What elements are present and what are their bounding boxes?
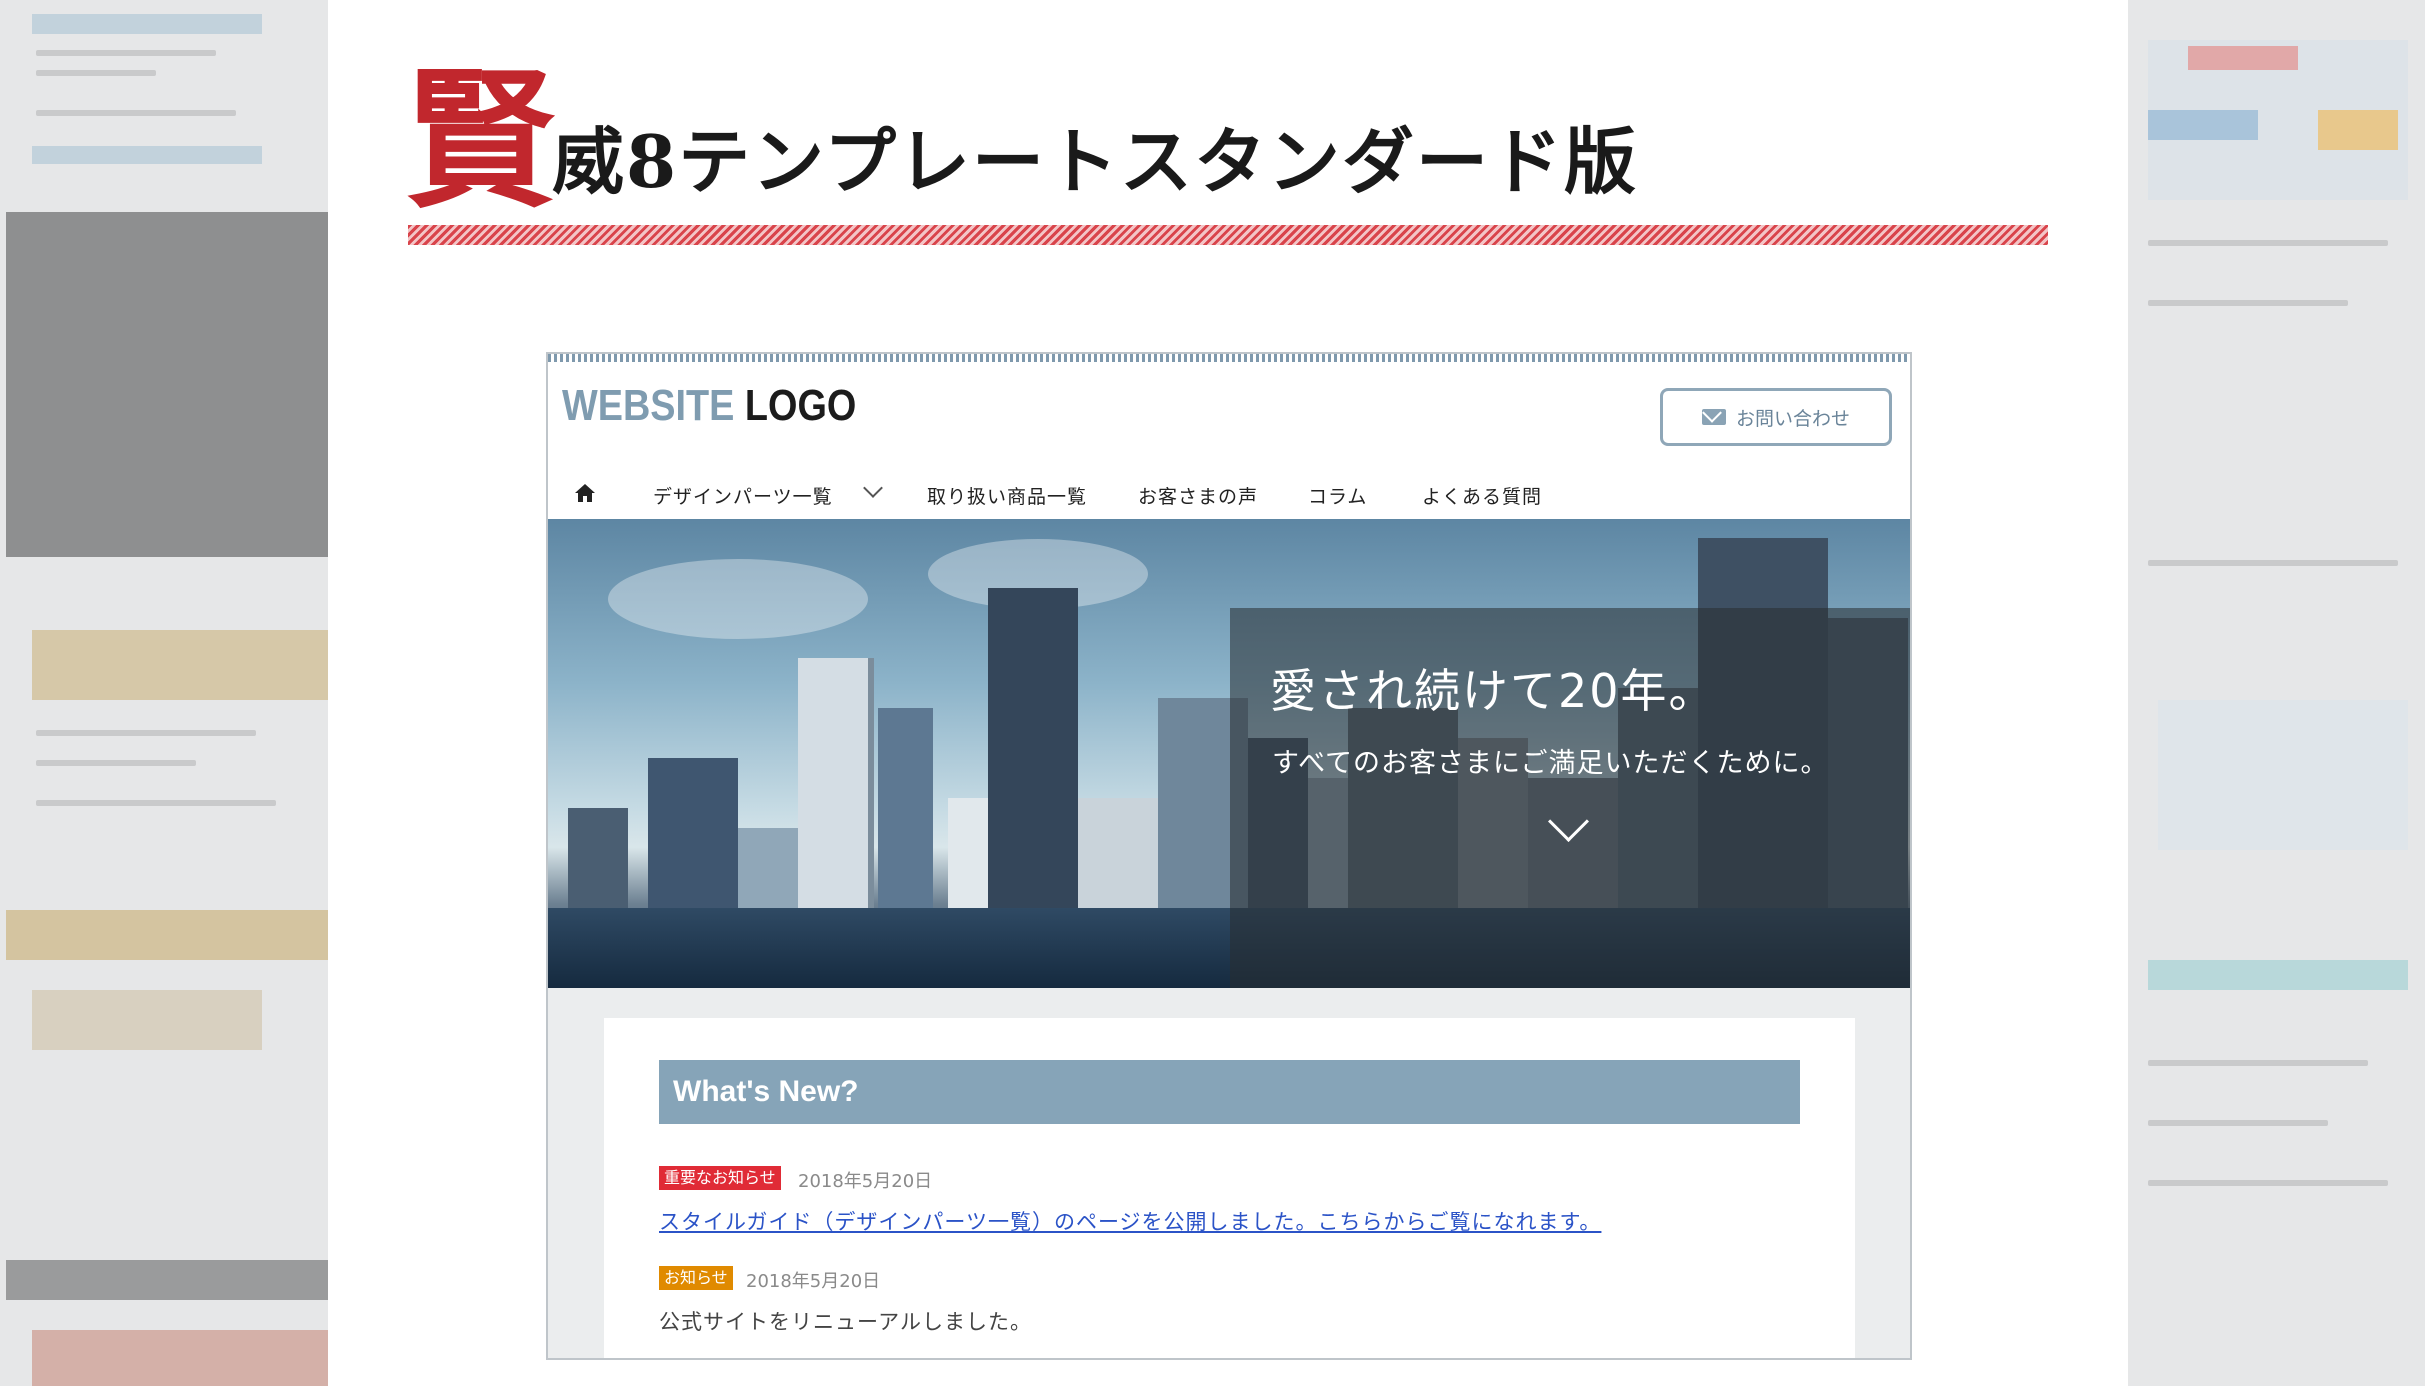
nav-item-voices[interactable]: お客さまの声 bbox=[1138, 482, 1258, 509]
slide-title: 威8テンプレートスタンダード版 bbox=[552, 119, 1638, 204]
home-icon[interactable] bbox=[574, 483, 596, 503]
badge-notice: お知らせ bbox=[659, 1266, 733, 1290]
news-text: 公式サイトをリニューアルしました。 bbox=[659, 1310, 1032, 1334]
nav-item-column[interactable]: コラム bbox=[1308, 482, 1367, 509]
chevron-down-icon[interactable] bbox=[863, 478, 883, 498]
hero-headline: 愛され続けて20年。 bbox=[1270, 664, 1717, 718]
right-background-thumbnails bbox=[2128, 0, 2425, 1386]
badge-important: 重要なお知らせ bbox=[659, 1166, 781, 1190]
whats-new-heading: What's New? bbox=[659, 1060, 1800, 1124]
mail-icon bbox=[1701, 409, 1726, 425]
nav-item-design-parts[interactable]: デザインパーツ一覧 bbox=[653, 482, 833, 509]
logo-part1: WEBSITE bbox=[562, 381, 735, 430]
global-nav: デザインパーツ一覧 取り扱い商品一覧 お客さまの声 コラム よくある質問 bbox=[548, 469, 1910, 519]
website-logo[interactable]: WEBSITE LOGO bbox=[562, 384, 856, 428]
nav-item-products[interactable]: 取り扱い商品一覧 bbox=[927, 482, 1087, 509]
left-background-thumbnails bbox=[0, 0, 328, 1386]
hero-subline: すべてのお客さまにご満足いただくために。 bbox=[1272, 748, 1829, 779]
news-date: 2018年5月20日 bbox=[746, 1271, 881, 1292]
hero-image: 愛され続けて20年。 すべてのお客さまにご満足いただくために。 bbox=[548, 519, 1910, 988]
website-screenshot: WEBSITE LOGO お問い合わせ デザインパーツ一覧 取り扱い商品一覧 お… bbox=[546, 352, 1912, 1360]
news-link[interactable]: スタイルガイド（デザインパーツ一覧）のページを公開しました。こちらからご覧になれ… bbox=[659, 1206, 1601, 1236]
contact-button[interactable]: お問い合わせ bbox=[1660, 388, 1892, 446]
news-date: 2018年5月20日 bbox=[798, 1171, 933, 1192]
logo-part2: LOGO bbox=[744, 381, 857, 430]
top-stripe bbox=[548, 354, 1910, 362]
title-underline bbox=[408, 225, 2048, 245]
contact-button-label: お問い合わせ bbox=[1735, 407, 1850, 430]
nav-item-faq[interactable]: よくある質問 bbox=[1422, 482, 1542, 509]
title-kanji: 賢 bbox=[405, 53, 556, 229]
